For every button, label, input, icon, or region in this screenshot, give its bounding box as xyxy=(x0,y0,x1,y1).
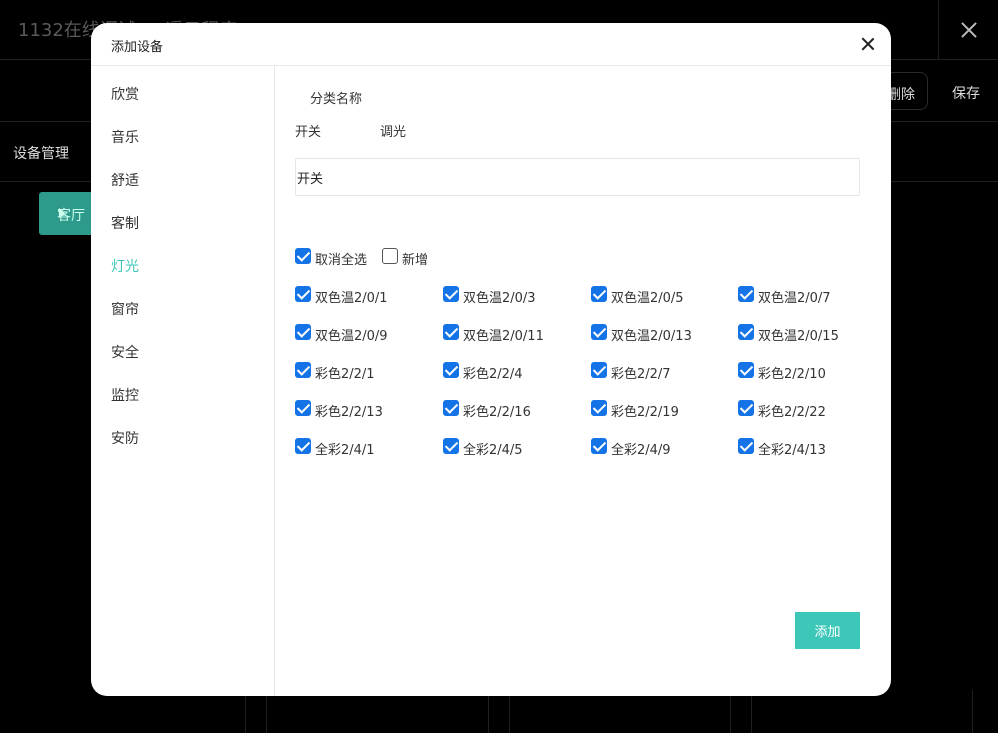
checkbox-checked[interactable] xyxy=(295,437,311,454)
column-divider xyxy=(730,690,731,733)
column-divider xyxy=(509,690,510,733)
device-label: 全彩2/4/1 xyxy=(315,443,375,458)
checkbox-checked[interactable] xyxy=(443,361,459,378)
category-name-label: 分类名称 xyxy=(310,92,363,107)
checkbox-checked[interactable] xyxy=(295,285,311,302)
checkbox-checked[interactable] xyxy=(295,361,311,378)
close-icon xyxy=(961,22,977,38)
device-label: 全彩2/4/5 xyxy=(463,443,523,458)
sidebar-item-custom[interactable]: 客制 xyxy=(111,213,139,233)
device-checkbox[interactable]: 双色温2/0/3 xyxy=(443,284,536,306)
save-button[interactable]: 保存 xyxy=(940,72,992,110)
device-label: 双色温2/0/1 xyxy=(315,291,388,306)
deselect-all-checkbox[interactable]: 取消全选 xyxy=(295,246,368,268)
device-label: 彩色2/2/16 xyxy=(463,405,531,420)
device-label: 双色温2/0/3 xyxy=(463,291,536,306)
device-checkbox[interactable]: 双色温2/0/11 xyxy=(443,322,544,344)
dialog-content: 分类名称 开关 调光 取消全选 新增 双色温2/0/1 双色温2/0/3 双色温2/… xyxy=(275,66,891,696)
device-checkbox[interactable]: 彩色2/2/22 xyxy=(738,398,826,420)
checkbox-checked[interactable] xyxy=(295,399,311,416)
device-checkbox[interactable]: 双色温2/0/13 xyxy=(591,322,692,344)
device-checkbox[interactable]: 双色温2/0/9 xyxy=(295,322,388,344)
checkbox-checked[interactable] xyxy=(591,437,607,454)
device-checkbox[interactable]: 全彩2/4/5 xyxy=(443,436,523,458)
device-label: 双色温2/0/7 xyxy=(758,291,831,306)
category-tab-switch[interactable]: 开关 xyxy=(295,121,321,140)
device-label: 彩色2/2/13 xyxy=(315,405,383,420)
device-checkbox[interactable]: 彩色2/2/7 xyxy=(591,360,671,382)
dialog-title: 添加设备 xyxy=(111,40,164,55)
sidebar-item-lighting[interactable]: 灯光 xyxy=(111,256,139,276)
device-checkbox[interactable]: 全彩2/4/13 xyxy=(738,436,826,458)
device-checkbox[interactable]: 彩色2/2/16 xyxy=(443,398,531,420)
room-button[interactable]: 客厅 xyxy=(39,192,99,235)
checkbox-checked[interactable] xyxy=(295,247,311,264)
checkbox-checked[interactable] xyxy=(591,399,607,416)
sidebar-item-safety[interactable]: 安全 xyxy=(111,342,139,362)
sidebar-item-curtain[interactable]: 窗帘 xyxy=(111,299,139,319)
sidebar-item-music[interactable]: 音乐 xyxy=(111,127,139,147)
device-label: 全彩2/4/13 xyxy=(758,443,826,458)
checkbox-label: 新增 xyxy=(402,253,429,268)
column-divider xyxy=(751,690,752,733)
device-label: 双色温2/0/9 xyxy=(315,329,388,344)
device-checkbox[interactable]: 彩色2/2/1 xyxy=(295,360,375,382)
checkbox-checked[interactable] xyxy=(443,323,459,340)
device-label: 双色温2/0/11 xyxy=(463,329,544,344)
checkbox-checked[interactable] xyxy=(738,437,754,454)
checkbox-checked[interactable] xyxy=(591,323,607,340)
column-divider xyxy=(266,690,267,733)
checkbox-checked[interactable] xyxy=(591,285,607,302)
checkbox-checked[interactable] xyxy=(738,361,754,378)
device-label: 双色温2/0/5 xyxy=(611,291,684,306)
device-checkbox[interactable]: 双色温2/0/15 xyxy=(738,322,839,344)
device-label: 彩色2/2/10 xyxy=(758,367,826,382)
column-divider xyxy=(245,690,246,733)
add-button[interactable]: 添加 xyxy=(795,612,860,649)
device-checkbox[interactable]: 全彩2/4/1 xyxy=(295,436,375,458)
sidebar-item-comfort[interactable]: 舒适 xyxy=(111,170,139,190)
window-close-button[interactable] xyxy=(938,0,998,60)
device-checkbox[interactable]: 彩色2/2/10 xyxy=(738,360,826,382)
checkbox-unchecked[interactable] xyxy=(382,247,398,264)
tab-device-management[interactable]: 设备管理 xyxy=(13,143,69,163)
device-checkbox[interactable]: 彩色2/2/4 xyxy=(443,360,523,382)
device-label: 彩色2/2/4 xyxy=(463,367,523,382)
column-divider xyxy=(488,690,489,733)
sidebar-item-security[interactable]: 安防 xyxy=(111,428,139,448)
device-label: 彩色2/2/7 xyxy=(611,367,671,382)
checkbox-checked[interactable] xyxy=(591,361,607,378)
checkbox-checked[interactable] xyxy=(443,399,459,416)
device-label: 双色温2/0/13 xyxy=(611,329,692,344)
checkbox-checked[interactable] xyxy=(738,399,754,416)
checkbox-label: 取消全选 xyxy=(315,253,368,268)
device-label: 彩色2/2/22 xyxy=(758,405,826,420)
device-checkbox[interactable]: 全彩2/4/9 xyxy=(591,436,671,458)
checkbox-checked[interactable] xyxy=(295,323,311,340)
device-label: 彩色2/2/1 xyxy=(315,367,375,382)
device-label: 全彩2/4/9 xyxy=(611,443,671,458)
device-label: 彩色2/2/19 xyxy=(611,405,679,420)
category-name-input[interactable] xyxy=(295,158,860,196)
close-icon[interactable] xyxy=(861,37,875,51)
device-checkbox[interactable]: 彩色2/2/13 xyxy=(295,398,383,420)
checkbox-checked[interactable] xyxy=(443,437,459,454)
new-item-checkbox[interactable]: 新增 xyxy=(382,246,429,268)
sidebar-item-appreciate[interactable]: 欣赏 xyxy=(111,84,139,104)
checkbox-checked[interactable] xyxy=(738,285,754,302)
checkbox-checked[interactable] xyxy=(738,323,754,340)
device-checkbox[interactable]: 双色温2/0/5 xyxy=(591,284,684,306)
add-device-dialog: 添加设备 欣赏 音乐 舒适 客制 灯光 窗帘 安全 监控 安防 分类名称 开关 … xyxy=(91,23,891,696)
column-divider xyxy=(972,690,973,733)
device-checkbox[interactable]: 双色温2/0/7 xyxy=(738,284,831,306)
device-checkbox[interactable]: 彩色2/2/19 xyxy=(591,398,679,420)
checkbox-checked[interactable] xyxy=(443,285,459,302)
category-sidebar: 欣赏 音乐 舒适 客制 灯光 窗帘 安全 监控 安防 xyxy=(91,66,275,696)
dialog-header: 添加设备 xyxy=(91,23,891,66)
device-checkbox[interactable]: 双色温2/0/1 xyxy=(295,284,388,306)
category-tab-dimming[interactable]: 调光 xyxy=(380,121,406,140)
sidebar-item-monitoring[interactable]: 监控 xyxy=(111,385,139,405)
device-label: 双色温2/0/15 xyxy=(758,329,839,344)
